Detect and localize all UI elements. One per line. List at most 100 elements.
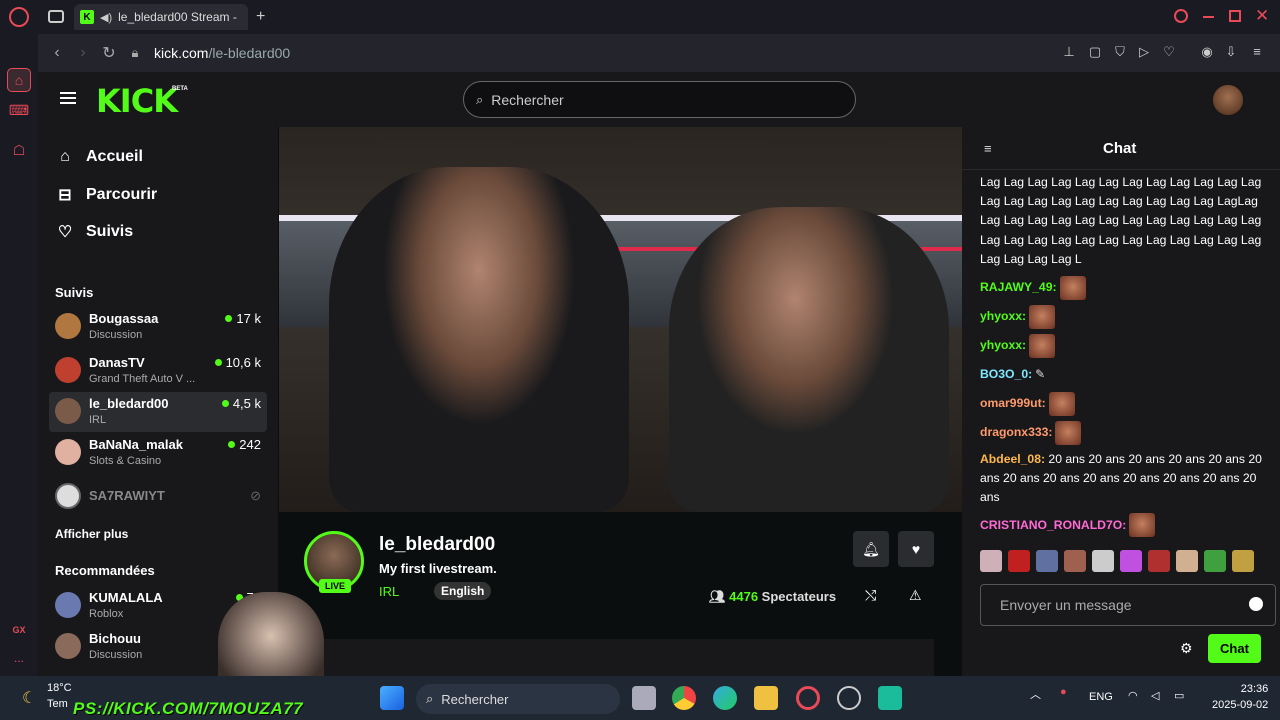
followed-channel[interactable]: BaNaNa_malak Slots & Casino 242 xyxy=(49,433,267,473)
search-tabs-icon[interactable] xyxy=(1174,9,1188,23)
shield-icon[interactable]: ⛉ xyxy=(1111,44,1129,62)
chat-input-placeholder: Envoyer un message xyxy=(1000,597,1132,613)
chat-username[interactable]: RAJAWY_49: xyxy=(980,278,1057,297)
nav-following[interactable]: ♡ Suivis xyxy=(56,222,133,242)
chat-username[interactable]: dragonx333: xyxy=(980,423,1052,442)
task-view-icon[interactable] xyxy=(632,686,656,710)
followed-channel[interactable]: DanasTV Grand Theft Auto V ... 10,6 k xyxy=(49,351,267,391)
clock[interactable]: 23:36 2025-09-02 xyxy=(1212,681,1268,713)
speaker-icon[interactable]: ◀) xyxy=(100,11,112,24)
opera-gx-icon[interactable] xyxy=(796,686,820,710)
chat-username[interactable]: yhyoxx: xyxy=(980,336,1026,355)
chat-username[interactable]: BO3O_0: xyxy=(980,365,1032,384)
nav-home[interactable]: ⌂ Accueil xyxy=(56,148,143,166)
player-icon[interactable]: ▷ xyxy=(1135,44,1153,62)
emote-icon[interactable] xyxy=(1148,550,1170,572)
url-host: kick.com xyxy=(154,45,209,61)
tab-manager-icon[interactable] xyxy=(48,10,64,23)
nav-browse[interactable]: ⊟ Parcourir xyxy=(56,185,157,205)
emote-icon[interactable] xyxy=(1036,550,1058,572)
emote-icon[interactable] xyxy=(1232,550,1254,572)
kick-logo[interactable]: KICK xyxy=(96,82,178,120)
more-options-icon[interactable]: ... xyxy=(7,646,31,670)
twitch-icon[interactable]: ☖ xyxy=(7,138,31,162)
mic-icon[interactable]: ● xyxy=(1060,686,1067,698)
heart-icon[interactable]: ♡ xyxy=(1160,44,1178,62)
easy-setup-icon[interactable]: ≡ xyxy=(1248,44,1266,62)
notification-bell-button[interactable]: 🔔︎ xyxy=(853,531,889,567)
followed-channel-active[interactable]: le_bledard00 IRL 4,5 k xyxy=(49,392,267,432)
stream-channel-name[interactable]: le_bledard00 xyxy=(379,534,495,556)
nav-home-label: Accueil xyxy=(86,148,143,165)
report-icon[interactable]: ⚠ xyxy=(909,587,922,604)
start-menu-icon[interactable] xyxy=(380,686,404,710)
emote-icon[interactable] xyxy=(1204,550,1226,572)
about-section-strip xyxy=(279,639,934,676)
weather-temp[interactable]: 18°C xyxy=(47,682,72,694)
chat-username[interactable]: omar999ut: xyxy=(980,394,1046,413)
url-field[interactable]: kick.com/le-bledard00 xyxy=(154,45,290,61)
battery-icon[interactable]: ▭ xyxy=(1174,689,1184,702)
wifi-icon[interactable]: ◠ xyxy=(1128,689,1138,702)
maximize-button[interactable] xyxy=(1229,10,1241,22)
chat-message: omar999ut: xyxy=(980,389,1262,418)
chat-username[interactable]: yhyoxx: xyxy=(980,307,1026,326)
emote-icon[interactable] xyxy=(1064,550,1086,572)
app-icon[interactable] xyxy=(837,686,861,710)
browser-tab-active[interactable]: K ◀) le_bledard00 Stream - xyxy=(74,4,248,30)
gx-label[interactable]: GX xyxy=(7,618,31,642)
home-sidebar-icon[interactable]: ⌂ xyxy=(7,68,31,92)
download-icon[interactable]: ⇩ xyxy=(1222,44,1240,62)
back-icon[interactable]: ‹ xyxy=(44,44,70,62)
channel-avatar xyxy=(55,313,81,339)
snapshot-icon[interactable]: ▢ xyxy=(1086,44,1104,62)
language-indicator[interactable]: ENG xyxy=(1089,691,1113,703)
person-left xyxy=(329,167,629,512)
app-teal-icon[interactable] xyxy=(878,686,902,710)
reload-icon[interactable]: ↻ xyxy=(96,43,122,63)
search-input[interactable]: ⌕ Rechercher xyxy=(463,81,856,118)
minimize-button[interactable] xyxy=(1203,16,1214,18)
emote-icon[interactable] xyxy=(1120,550,1142,572)
emoji-picker-icon[interactable] xyxy=(1249,597,1263,611)
tray-chevron-icon[interactable]: ︿ xyxy=(1030,686,1041,702)
menu-icon[interactable] xyxy=(60,92,76,104)
new-tab-button[interactable]: + xyxy=(256,8,265,26)
profile-icon[interactable]: ◉ xyxy=(1198,44,1216,62)
chat-settings-icon[interactable]: ⚙ xyxy=(1180,640,1193,657)
channel-category: Discussion xyxy=(89,649,143,661)
chat-spam-message: Lag Lag Lag Lag Lag Lag Lag Lag Lag Lag … xyxy=(980,175,1262,266)
gaming-icon[interactable]: ⌨ xyxy=(7,98,31,122)
follow-heart-button[interactable]: ♥ xyxy=(898,531,934,567)
language-tag[interactable]: English xyxy=(434,582,492,600)
send-chat-button[interactable]: Chat xyxy=(1208,634,1261,663)
chat-message-input[interactable]: Envoyer un message xyxy=(980,584,1276,626)
explorer-icon[interactable] xyxy=(754,686,778,710)
close-window-button[interactable]: ✕ xyxy=(1255,6,1269,26)
user-avatar[interactable] xyxy=(1213,85,1243,115)
pin-icon[interactable]: ⊥ xyxy=(1060,44,1078,62)
search-placeholder: Rechercher xyxy=(491,91,564,108)
opera-logo-icon[interactable] xyxy=(9,7,29,27)
forward-icon[interactable]: › xyxy=(70,44,96,62)
stream-category[interactable]: IRL xyxy=(379,584,399,599)
channel-name: KUMALALA xyxy=(89,590,163,605)
emote-icon[interactable] xyxy=(1092,550,1114,572)
chrome-icon[interactable] xyxy=(672,686,696,710)
taskbar-search[interactable]: ⌕ Rechercher xyxy=(416,684,620,714)
followed-channel-offline[interactable]: SA7RAWIYT ⊘ xyxy=(49,477,267,517)
chat-username[interactable]: Abdeel_08: xyxy=(980,452,1045,466)
channel-viewers: 17 k xyxy=(225,311,261,326)
collapse-chat-icon[interactable]: ≡ xyxy=(984,141,992,156)
followed-channel[interactable]: Bougassaa Discussion 17 k xyxy=(49,307,267,347)
edge-icon[interactable] xyxy=(713,686,737,710)
volume-icon[interactable]: ◁ xyxy=(1151,689,1159,702)
emote-icon[interactable] xyxy=(980,550,1002,572)
share-icon[interactable]: ⤭ xyxy=(865,587,876,604)
emote-icon[interactable] xyxy=(1176,550,1198,572)
video-player[interactable] xyxy=(279,127,962,512)
emote-icon[interactable] xyxy=(1008,550,1030,572)
show-more-link[interactable]: Afficher plus xyxy=(55,527,128,541)
chat-message: Abdeel_08: 20 ans 20 ans 20 ans 20 ans 2… xyxy=(980,450,1262,508)
chat-username[interactable]: CRISTIANO_RONALD7O: xyxy=(980,516,1126,535)
